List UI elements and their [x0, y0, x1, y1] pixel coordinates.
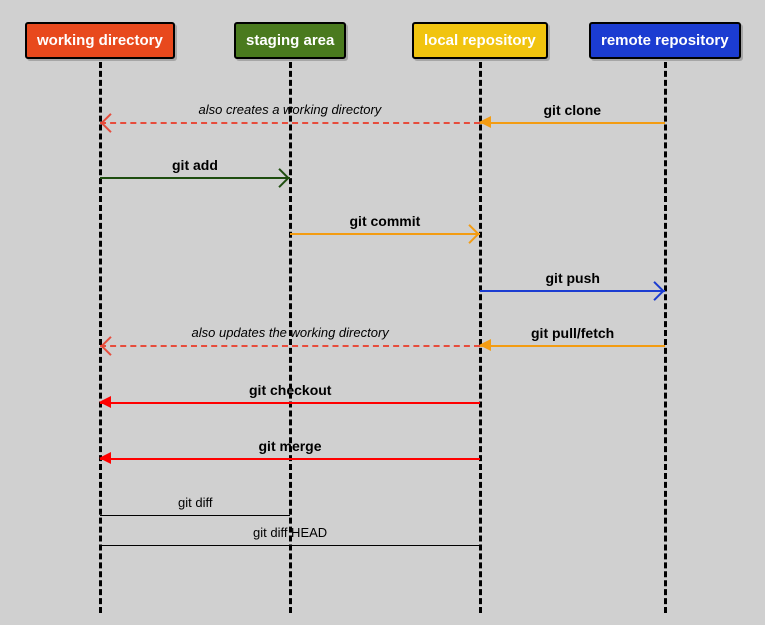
arrow-label-pull-side: also updates the working directory — [192, 325, 389, 340]
arrowhead-icon — [100, 113, 120, 133]
arrow-label-diff: git diff — [178, 495, 212, 510]
arrow-label-merge: git merge — [259, 438, 322, 454]
lifeline-working — [99, 62, 102, 613]
arrow-label-commit: git commit — [350, 213, 421, 229]
arrowhead-icon — [645, 281, 665, 301]
arrowhead-icon — [99, 452, 111, 464]
lifeline-local — [479, 62, 482, 613]
arrowhead-icon — [270, 168, 290, 188]
participant-working: working directory — [25, 22, 175, 59]
arrow-label-push: git push — [546, 270, 600, 286]
arrow-label-pull: git pull/fetch — [531, 325, 614, 341]
git-sequence-diagram: working directory staging area local repos… — [0, 0, 765, 625]
arrowhead-icon — [100, 336, 120, 356]
arrow-label-clone: git clone — [544, 102, 602, 118]
arrowhead-icon — [460, 224, 480, 244]
participant-local: local repository — [412, 22, 548, 59]
arrow-label-diff-head: git diff HEAD — [253, 525, 327, 540]
participant-staging: staging area — [234, 22, 346, 59]
arrow-label-add: git add — [172, 157, 218, 173]
lifeline-remote — [664, 62, 667, 613]
arrowhead-icon — [479, 339, 491, 351]
participant-remote: remote repository — [589, 22, 741, 59]
arrow-label-checkout: git checkout — [249, 382, 331, 398]
arrowhead-icon — [479, 116, 491, 128]
arrow-label-clone-side: also creates a working directory — [199, 102, 382, 117]
arrowhead-icon — [99, 396, 111, 408]
